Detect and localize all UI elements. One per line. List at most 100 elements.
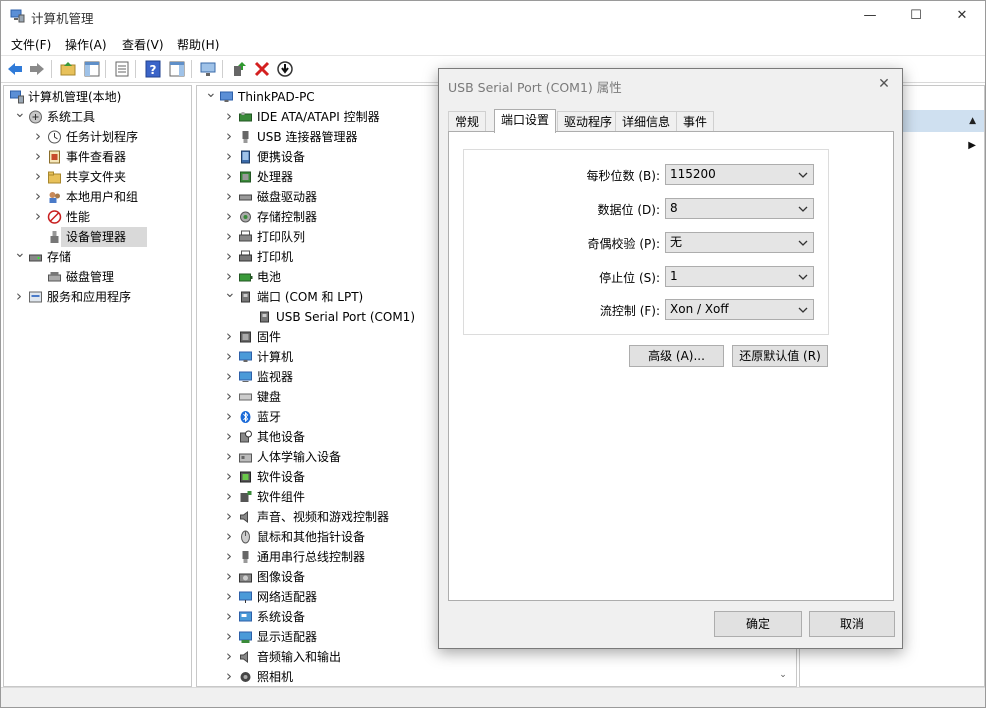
console-tree-item[interactable]: › 任务计划程序 [4, 127, 191, 147]
device-tree-item[interactable]: › 音频输入和输出 [197, 647, 796, 667]
chevron-right-icon[interactable]: › [14, 287, 24, 307]
flow-control-select[interactable]: Xon / Xoff [665, 299, 814, 320]
collapse-triangle-icon[interactable]: ▲ [969, 116, 976, 126]
chevron-right-icon[interactable]: › [224, 567, 234, 587]
properties-dialog: USB Serial Port (COM1) 属性 ✕ 常规 端口设置 驱动程序… [438, 68, 903, 649]
console-tree-item[interactable]: 磁盘管理 [4, 267, 191, 287]
bits-per-second-select[interactable]: 115200 [665, 164, 814, 185]
chevron-right-icon[interactable]: › [224, 267, 234, 287]
action-pane-icon[interactable] [168, 60, 186, 78]
console-tree-label: 设备管理器 [66, 230, 127, 244]
data-bits-select[interactable]: 8 [665, 198, 814, 219]
console-tree-item[interactable]: ⌄ 系统工具 [4, 106, 191, 127]
dialog-close-button[interactable]: ✕ [874, 74, 894, 94]
chevron-right-icon[interactable]: › [224, 127, 234, 147]
chevron-right-icon[interactable]: › [224, 187, 234, 207]
chevron-right-icon[interactable]: › [224, 107, 234, 127]
uninstall-device-icon[interactable] [253, 60, 271, 78]
console-tree-item[interactable]: › 性能 [4, 207, 191, 227]
bluetooth-icon [238, 410, 253, 424]
console-tree-label: 本地用户和组 [66, 190, 139, 204]
chevron-right-icon[interactable]: › [224, 507, 234, 527]
network-adapter-icon [238, 590, 253, 604]
device-tree-label: 打印队列 [257, 230, 306, 244]
close-button[interactable]: ✕ [939, 1, 985, 31]
tab-details[interactable]: 详细信息 [615, 111, 678, 132]
chevron-right-icon[interactable]: › [224, 167, 234, 187]
update-driver-icon[interactable] [230, 60, 248, 78]
chevron-right-icon[interactable]: › [224, 327, 234, 347]
chevron-down-icon[interactable]: ⌄ [224, 286, 236, 307]
device-tree-item[interactable]: › 照相机 [197, 667, 796, 686]
console-tree-item[interactable]: ⌄ 存储 [4, 246, 191, 267]
tab-driver[interactable]: 驱动程序 [557, 111, 620, 132]
parity-select[interactable]: 无 [665, 232, 814, 253]
chevron-right-icon[interactable]: › [224, 447, 234, 467]
tab-port-settings[interactable]: 端口设置 [494, 109, 557, 133]
device-tree-label: ThinkPAD-PC [238, 90, 315, 104]
console-tree-item[interactable]: › 本地用户和组 [4, 187, 191, 207]
scan-hardware-icon[interactable] [199, 60, 217, 78]
device-manager-icon [47, 230, 62, 244]
restore-defaults-button[interactable]: 还原默认值 (R) [732, 345, 828, 367]
chevron-right-icon[interactable]: › [224, 407, 234, 427]
chevron-right-icon[interactable]: › [224, 667, 234, 686]
chevron-down-icon[interactable]: ⌄ [14, 246, 26, 267]
chevron-right-icon[interactable]: › [224, 647, 234, 667]
chevron-right-icon[interactable]: › [224, 587, 234, 607]
minimize-button[interactable]: — [847, 1, 893, 31]
data-bits-value: 8 [670, 201, 678, 215]
parity-value: 无 [670, 235, 683, 249]
ok-button[interactable]: 确定 [714, 611, 802, 637]
chevron-right-icon[interactable]: › [33, 167, 43, 187]
cancel-button[interactable]: 取消 [809, 611, 895, 637]
tab-events[interactable]: 事件 [676, 111, 715, 132]
chevron-right-icon[interactable]: › [33, 147, 43, 167]
device-tree-label: 打印机 [257, 250, 294, 264]
chevron-right-icon[interactable]: › [224, 627, 234, 647]
chevron-right-icon[interactable]: › [224, 227, 234, 247]
show-hide-tree-icon[interactable] [83, 60, 101, 78]
chevron-right-icon[interactable]: › [33, 207, 43, 227]
chevron-right-icon[interactable]: › [224, 467, 234, 487]
advanced-button[interactable]: 高级 (A)... [629, 345, 724, 367]
console-tree-item[interactable]: 计算机管理(本地) [4, 87, 191, 107]
up-folder-icon[interactable] [59, 60, 77, 78]
menu-help[interactable]: 帮助(H) [177, 36, 219, 53]
forward-arrow-icon[interactable] [28, 60, 46, 78]
back-arrow-icon[interactable] [6, 60, 24, 78]
chevron-right-icon[interactable]: › [224, 147, 234, 167]
chevron-right-icon[interactable]: › [224, 347, 234, 367]
chevron-down-icon[interactable]: ⌄ [14, 106, 26, 127]
imaging-device-icon [238, 570, 253, 584]
chevron-right-icon[interactable]: › [224, 527, 234, 547]
help-icon[interactable]: ? [144, 60, 162, 78]
chevron-right-icon[interactable]: › [224, 607, 234, 627]
chevron-right-icon[interactable]: › [33, 187, 43, 207]
download-icon[interactable] [276, 60, 294, 78]
services-apps-icon [28, 290, 43, 304]
console-tree-item[interactable]: › 服务和应用程序 [4, 287, 191, 307]
scroll-down-chevron-icon[interactable]: ⌄ [776, 667, 790, 683]
chevron-right-icon[interactable]: › [224, 547, 234, 567]
chevron-right-icon[interactable]: › [224, 367, 234, 387]
menu-action[interactable]: 操作(A) [65, 36, 107, 53]
menu-file[interactable]: 文件(F) [11, 36, 51, 53]
properties-icon[interactable] [113, 60, 131, 78]
more-actions-arrow-icon[interactable]: ▶ [968, 140, 976, 151]
stop-bits-select[interactable]: 1 [665, 266, 814, 287]
chevron-right-icon[interactable]: › [224, 387, 234, 407]
console-tree-item[interactable]: 设备管理器 [4, 227, 191, 247]
chevron-right-icon[interactable]: › [224, 207, 234, 227]
console-tree-item[interactable]: › 事件查看器 [4, 147, 191, 167]
device-tree-label: 网络适配器 [257, 590, 318, 604]
chevron-right-icon[interactable]: › [33, 127, 43, 147]
menu-view[interactable]: 查看(V) [122, 36, 164, 53]
console-tree-item[interactable]: › 共享文件夹 [4, 167, 191, 187]
maximize-button[interactable]: ☐ [893, 1, 939, 31]
tab-general[interactable]: 常规 [448, 111, 487, 132]
chevron-right-icon[interactable]: › [224, 247, 234, 267]
chevron-right-icon[interactable]: › [224, 427, 234, 447]
chevron-right-icon[interactable]: › [224, 487, 234, 507]
chevron-down-icon[interactable]: ⌄ [205, 86, 217, 107]
